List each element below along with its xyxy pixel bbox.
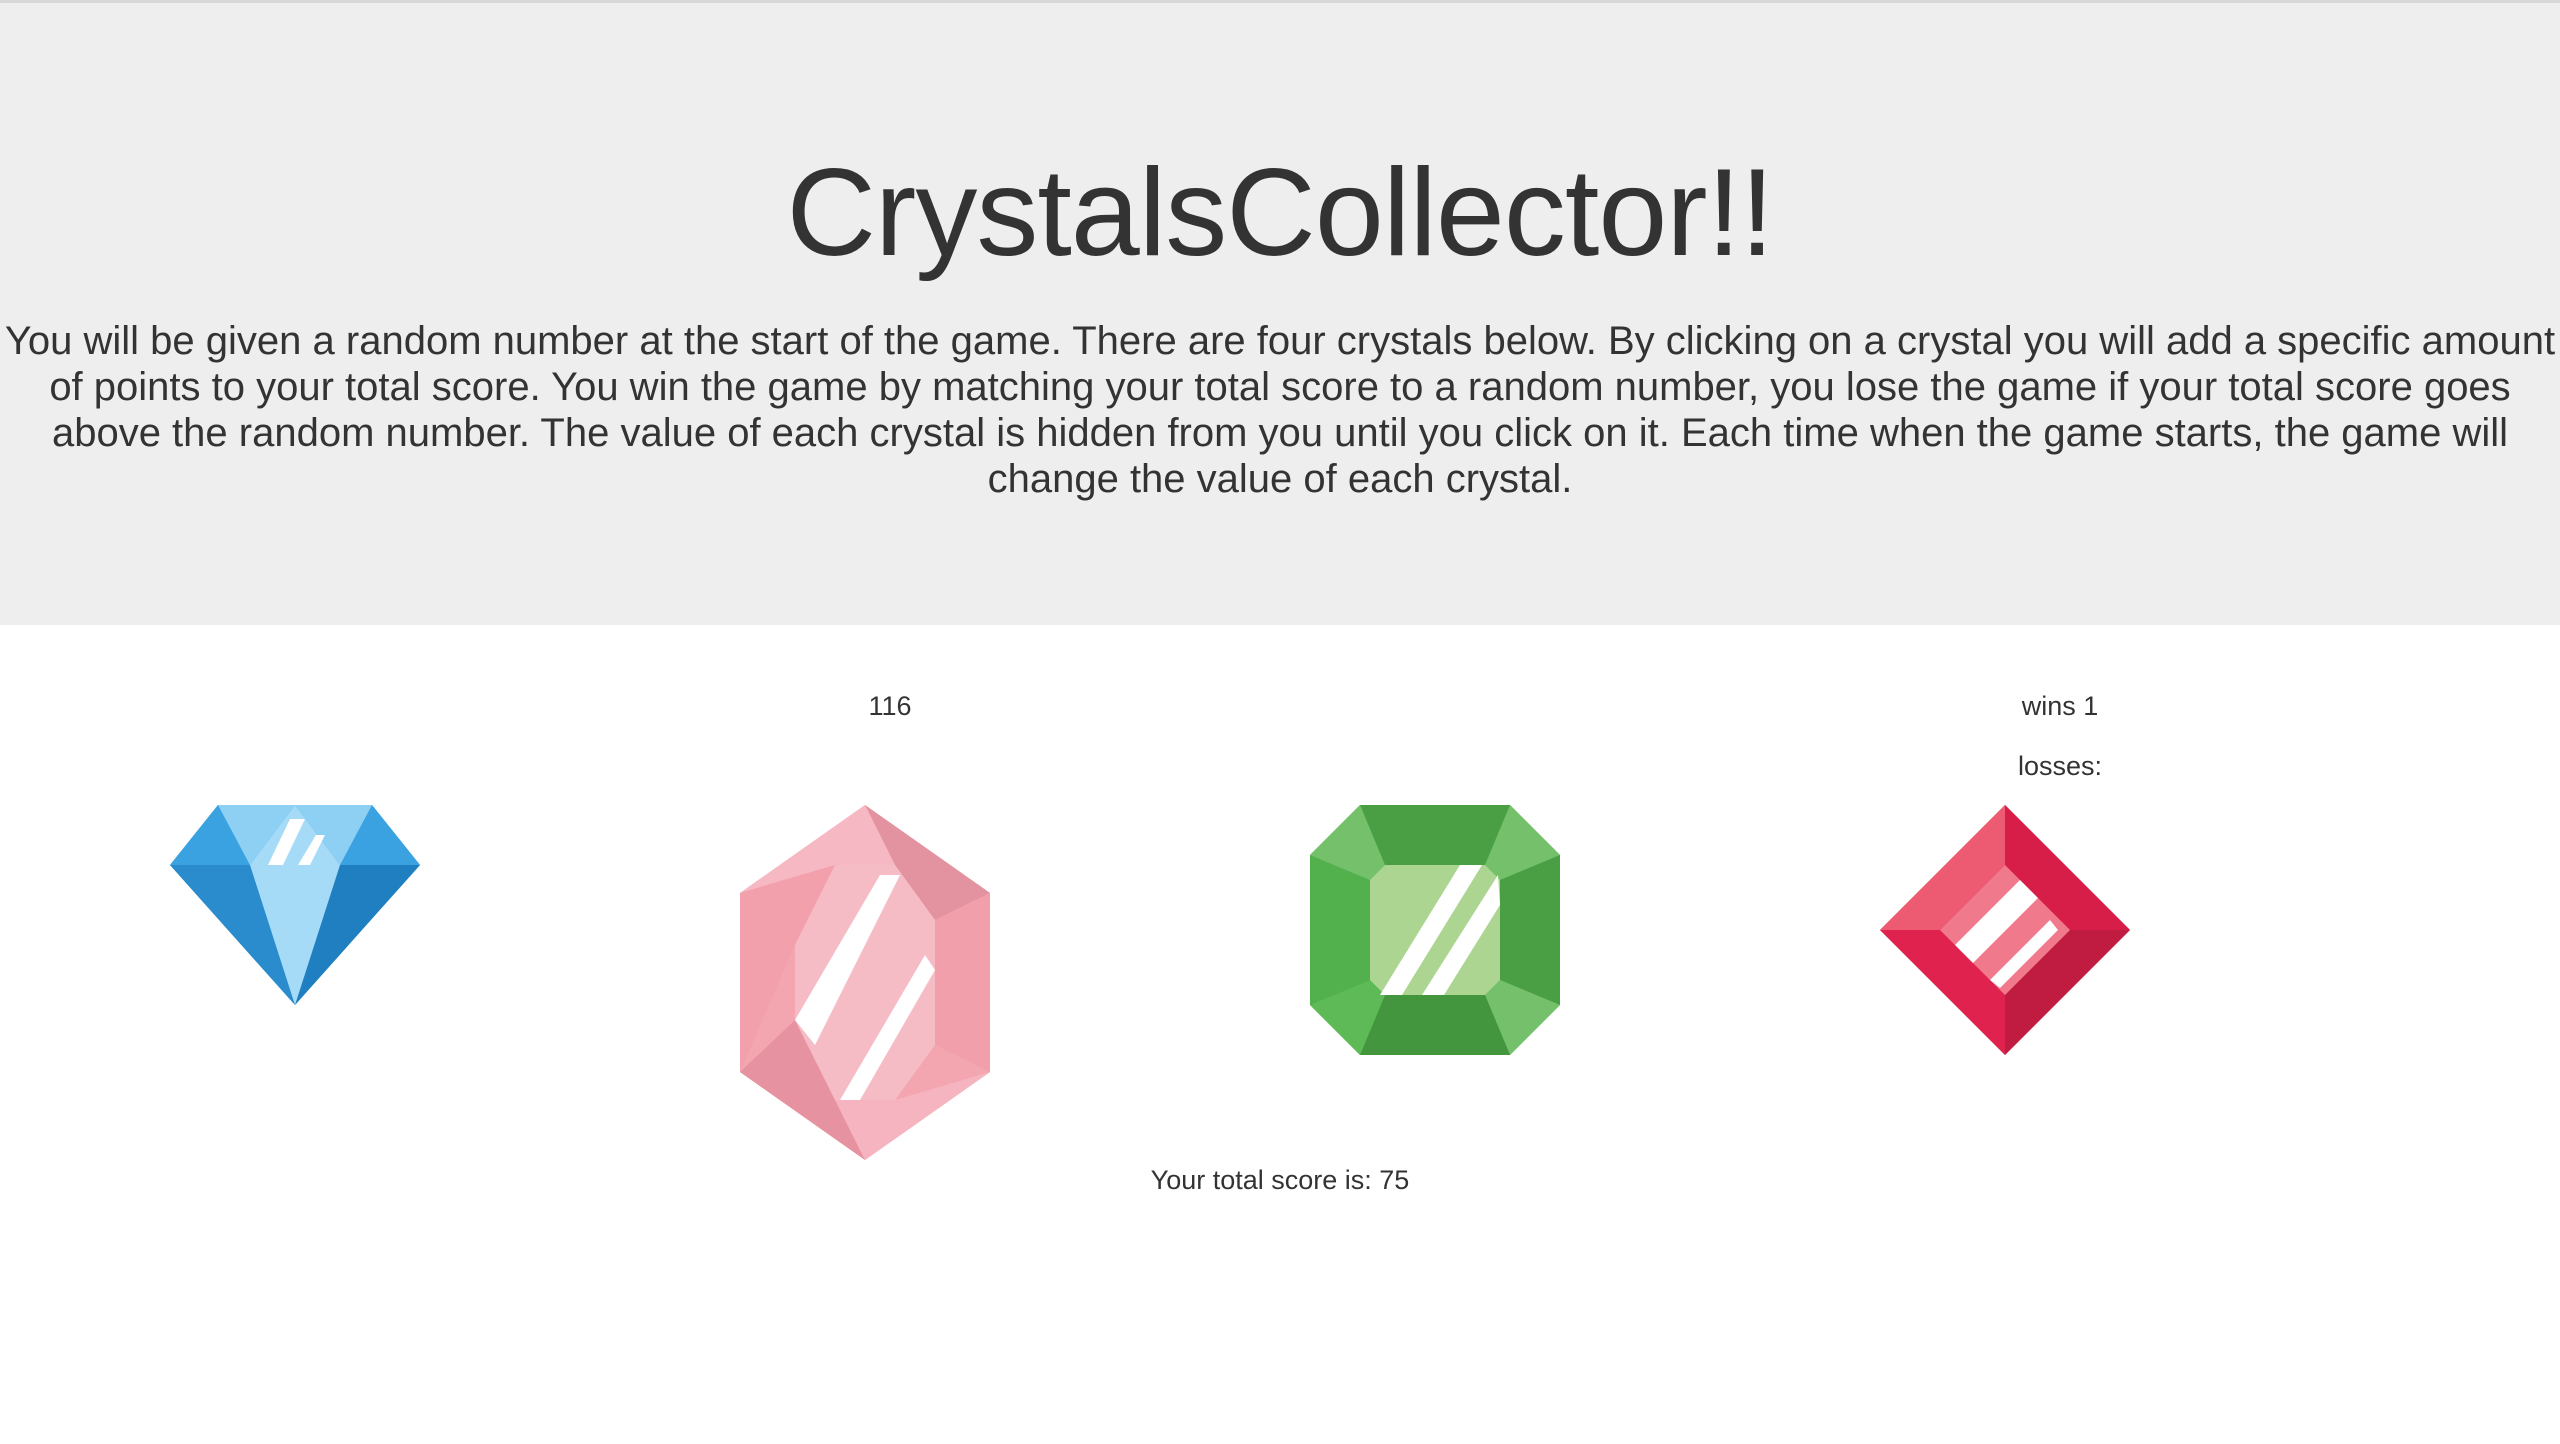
random-target-number: 116 xyxy=(868,691,912,721)
red-rhombus-crystal-button[interactable] xyxy=(1880,805,2130,1055)
wins-counter: wins 1 xyxy=(2021,691,2099,721)
losses-counter: losses: xyxy=(2017,751,2103,781)
pink-hexagon-crystal-button[interactable] xyxy=(740,805,990,1160)
total-score: Your total score is: 75 xyxy=(1150,1165,1410,1195)
header-jumbotron: CrystalsCollector!! You will be given a … xyxy=(0,3,2560,625)
blue-diamond-crystal-button[interactable] xyxy=(170,805,420,1005)
pink-hexagon-crystal-icon xyxy=(740,805,990,1160)
red-rhombus-crystal-icon xyxy=(1880,805,2130,1055)
green-octagon-crystal-button[interactable] xyxy=(1310,805,1560,1055)
page-title: CrystalsCollector!! xyxy=(786,144,1775,282)
green-octagon-crystal-icon xyxy=(1310,805,1560,1055)
blue-diamond-crystal-icon xyxy=(170,805,420,1005)
game-instructions: You will be given a random number at the… xyxy=(4,319,2556,501)
